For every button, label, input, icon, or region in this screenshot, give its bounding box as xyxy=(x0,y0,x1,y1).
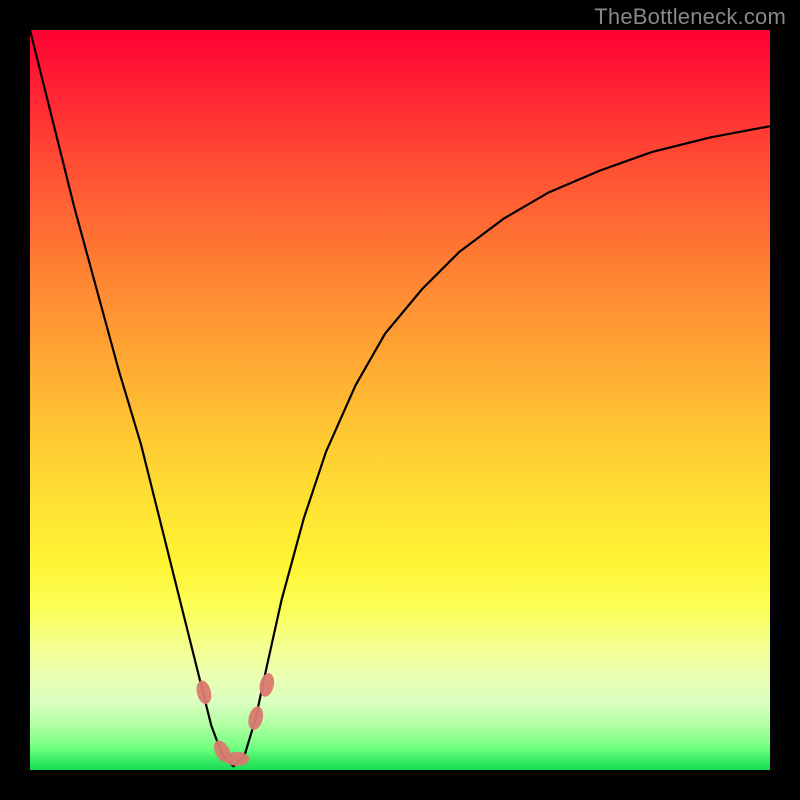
data-marker xyxy=(246,705,265,732)
plot-area xyxy=(30,30,770,770)
watermark-text: TheBottleneck.com xyxy=(594,4,786,30)
chart-frame: TheBottleneck.com xyxy=(0,0,800,800)
data-marker xyxy=(194,679,213,706)
data-marker xyxy=(225,752,249,766)
markers-group xyxy=(194,672,276,766)
curve-svg xyxy=(30,30,770,770)
bottleneck-curve xyxy=(30,30,770,766)
